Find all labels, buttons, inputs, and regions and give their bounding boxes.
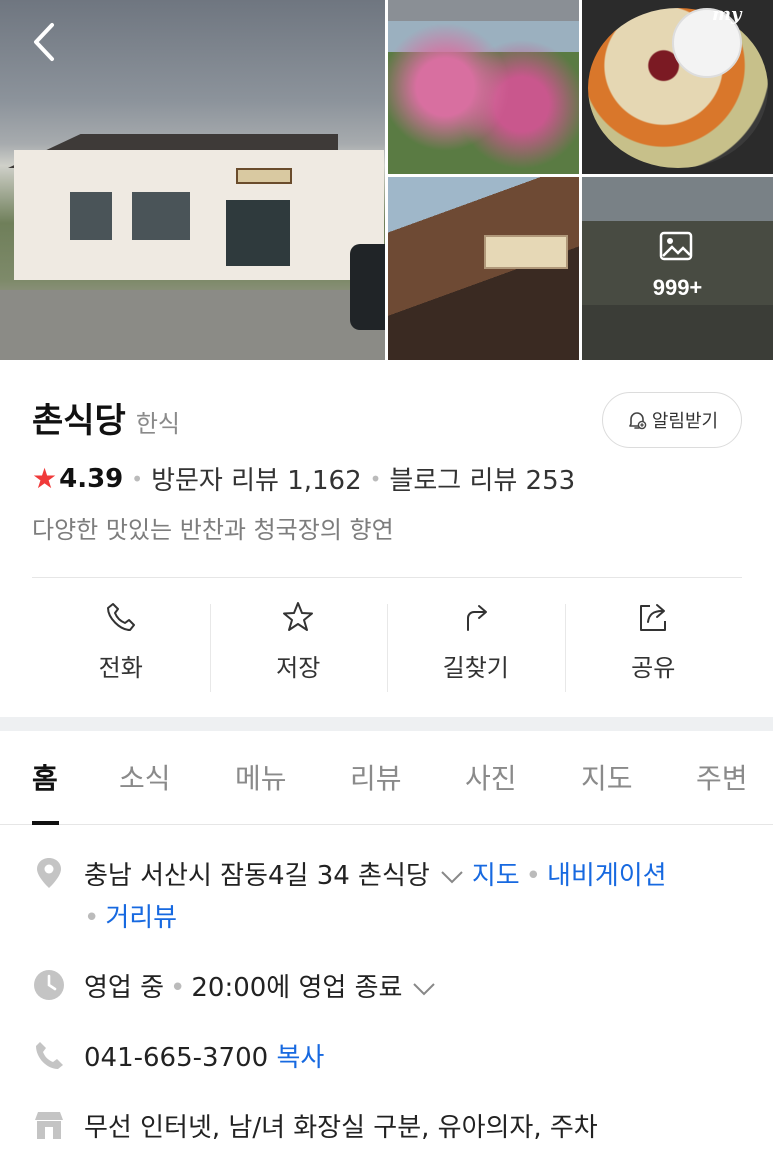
storefront-sign — [236, 168, 292, 184]
chevron-down-icon[interactable] — [412, 982, 436, 996]
phone-icon — [36, 1042, 63, 1069]
place-category: 한식 — [135, 410, 181, 438]
address-text: 충남 서산시 잠동4길 34 촌식당 — [84, 861, 430, 891]
tab-nearby[interactable]: 주변 — [696, 757, 748, 797]
directions-label: 길찾기 — [442, 654, 509, 682]
rating-row: ★ 4.39 • 방문자 리뷰 1,162 • 블로그 리뷰 253 — [32, 460, 576, 497]
map-link[interactable]: 지도 — [472, 861, 520, 891]
navigation-link[interactable]: 내비게이션 — [547, 861, 667, 891]
tab-photos[interactable]: 사진 — [465, 757, 517, 797]
tab-news[interactable]: 소식 — [119, 757, 171, 797]
visitor-reviews-link[interactable]: 방문자 리뷰 1,162 — [151, 460, 362, 497]
rating-value: 4.39 — [59, 463, 124, 494]
tab-map[interactable]: 지도 — [581, 757, 633, 797]
place-title-row: 촌식당 한식 — [32, 393, 180, 442]
my-badge-label: my — [712, 4, 742, 25]
rating-star-icon: ★ — [32, 462, 58, 495]
photo-entrance-sign[interactable] — [388, 177, 579, 360]
save-button[interactable]: 저장 — [209, 600, 388, 694]
directions-icon — [466, 605, 487, 631]
location-pin-icon — [37, 858, 61, 888]
address-row: 충남 서산시 잠동4길 34 촌식당 지도 • 내비게이션 • 거리뷰 — [32, 855, 752, 939]
phone-icon — [106, 603, 135, 631]
bell-plus-icon — [629, 412, 647, 430]
divider — [32, 577, 742, 578]
closing-time: 20:00에 영업 종료 — [191, 973, 403, 1003]
action-bar: 전화 저장 길찾기 공유 — [32, 600, 742, 694]
phone-row: 041-665-3700 복사 — [32, 1037, 752, 1079]
tab-home[interactable]: 홈 — [32, 757, 58, 797]
amenities-row: 무선 인터넷, 남/녀 화장실 구분, 유아의자, 주차 — [32, 1107, 752, 1149]
share-label: 공유 — [631, 654, 676, 682]
blog-reviews-link[interactable]: 블로그 리뷰 253 — [389, 460, 575, 497]
phone-number[interactable]: 041-665-3700 — [84, 1043, 268, 1073]
notify-label: 알림받기 — [651, 411, 719, 432]
share-icon — [640, 604, 667, 631]
clock-icon — [34, 970, 64, 1000]
star-icon — [283, 602, 314, 631]
place-name: 촌식당 — [32, 401, 126, 441]
photo-grid: my 999+ — [0, 0, 773, 360]
street-view-link[interactable]: 거리뷰 — [105, 903, 177, 933]
photo-main-storefront[interactable] — [0, 0, 385, 360]
amenities-text: 무선 인터넷, 남/녀 화장실 구분, 유아의자, 주차 — [84, 1113, 598, 1143]
call-label: 전화 — [98, 654, 143, 682]
copy-link[interactable]: 복사 — [276, 1043, 324, 1073]
store-icon — [35, 1112, 63, 1139]
place-description: 다양한 맛있는 반찬과 청국장의 향연 — [32, 516, 394, 544]
photo-flower-arch[interactable] — [388, 0, 579, 174]
back-arrow-icon[interactable] — [28, 22, 62, 62]
open-status: 영업 중 — [84, 973, 165, 1003]
call-button[interactable]: 전화 — [32, 600, 210, 694]
hours-row: 영업 중 • 20:00에 영업 종료 — [32, 967, 752, 1009]
chevron-down-icon[interactable] — [440, 870, 464, 884]
tab-menu[interactable]: 메뉴 — [235, 757, 287, 797]
tab-reviews[interactable]: 리뷰 — [350, 757, 402, 797]
photo-bibimbap[interactable]: my — [582, 0, 773, 174]
directions-button[interactable]: 길찾기 — [387, 600, 565, 694]
section-separator — [0, 717, 773, 731]
share-button[interactable]: 공유 — [564, 600, 743, 694]
photo-more[interactable]: 999+ — [582, 177, 773, 360]
active-tab-indicator — [32, 821, 59, 825]
notify-button[interactable]: 알림받기 — [602, 392, 742, 448]
gallery-icon — [659, 231, 693, 261]
tab-bar: 홈 소식 메뉴 리뷰 사진 지도 주변 — [0, 731, 773, 825]
save-label: 저장 — [276, 654, 321, 682]
photo-count: 999+ — [652, 275, 703, 300]
